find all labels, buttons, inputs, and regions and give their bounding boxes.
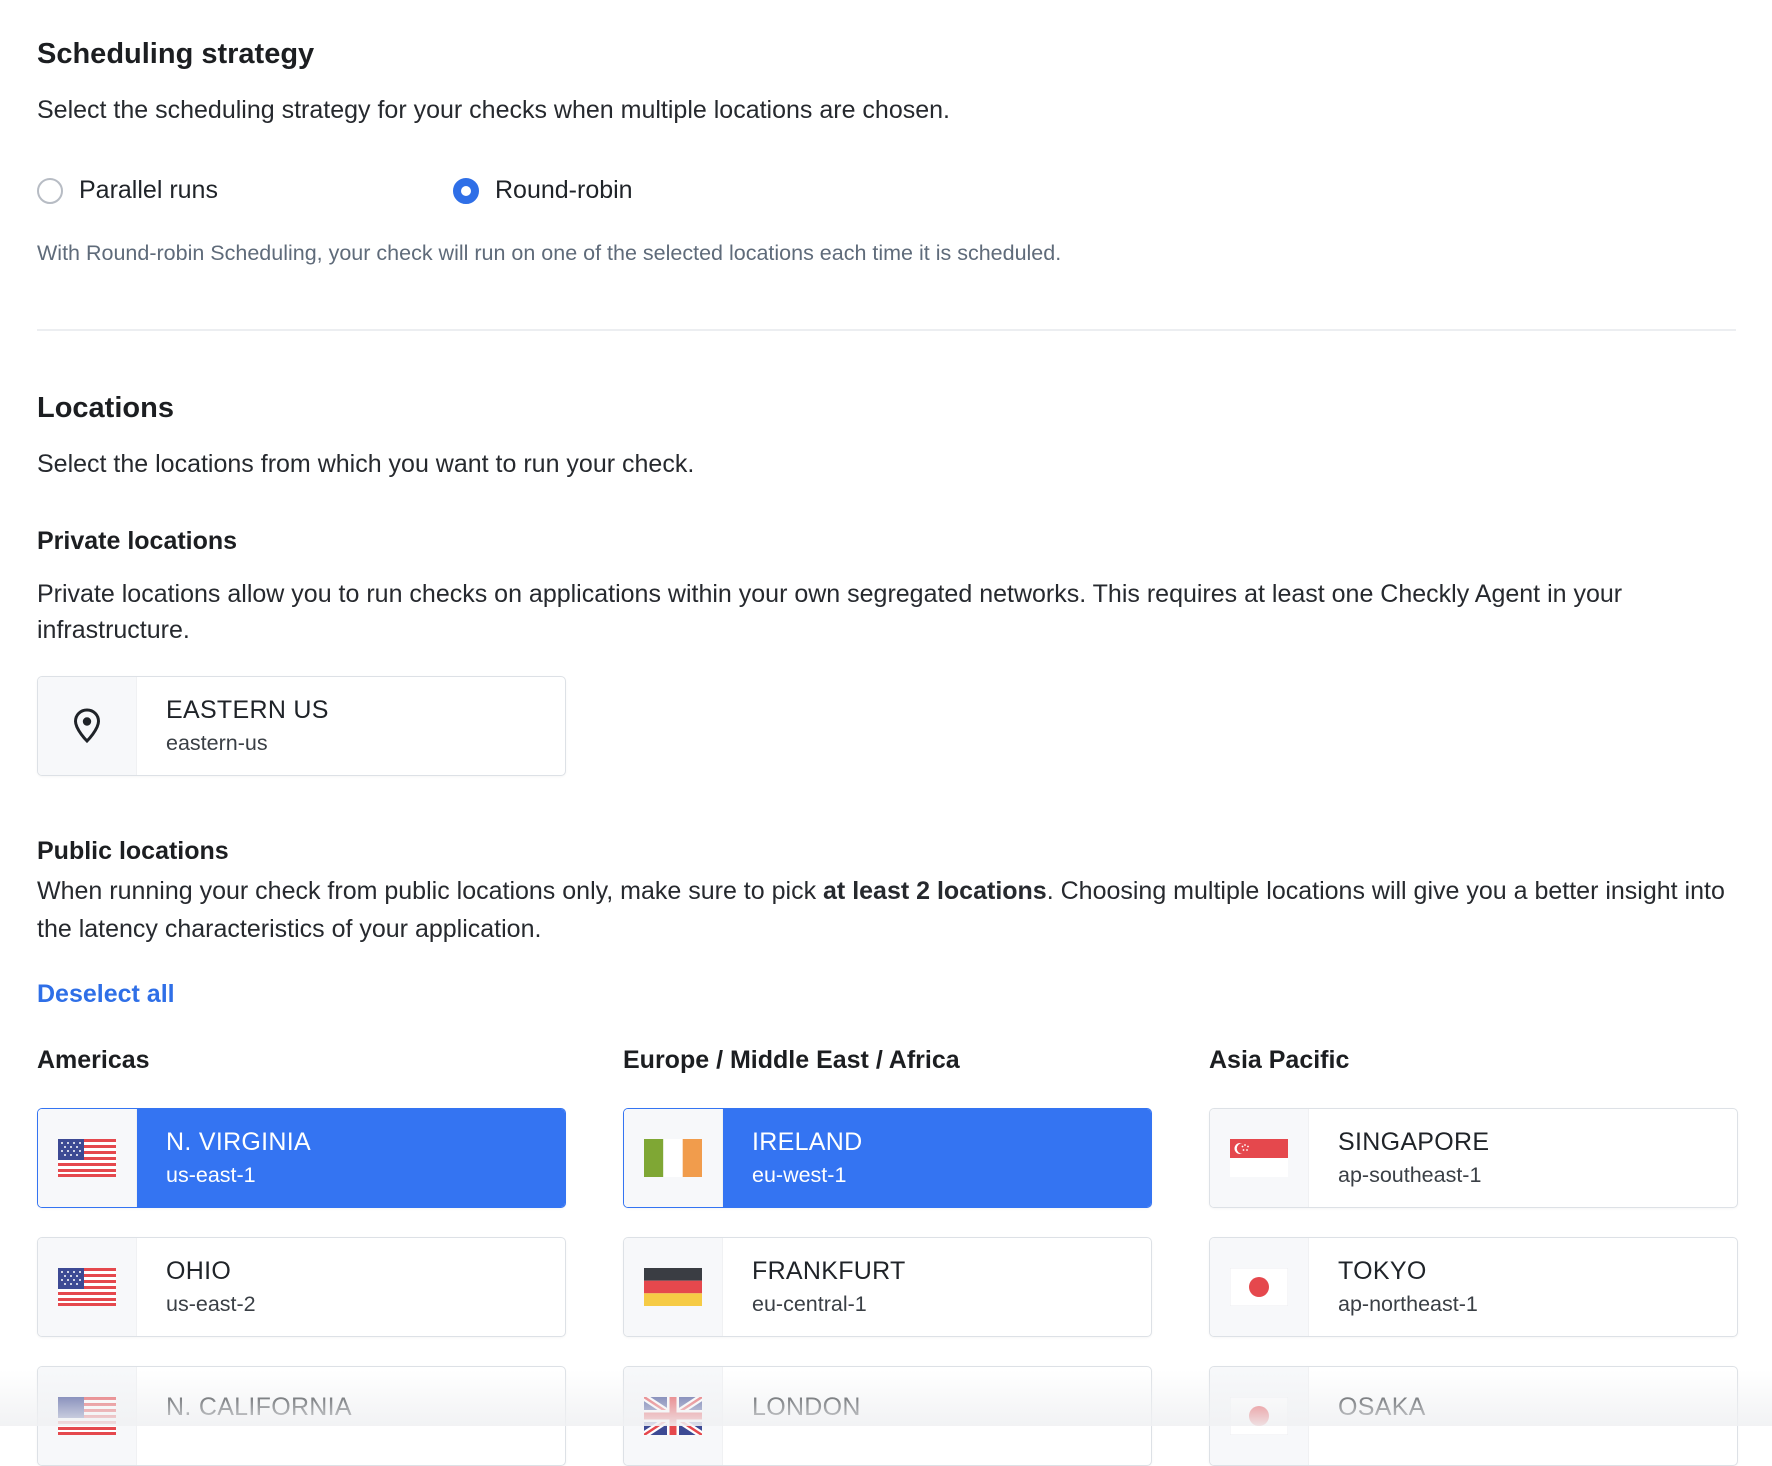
flag-cell <box>38 1109 137 1207</box>
japan-flag-icon <box>1230 1268 1288 1306</box>
location-card-frankfurt[interactable]: FRANKFURT eu-central-1 <box>623 1237 1152 1337</box>
location-icon-cell <box>38 677 137 775</box>
flag-cell <box>1210 1367 1309 1465</box>
flag-cell <box>624 1109 723 1207</box>
location-name: SINGAPORE <box>1338 1128 1490 1156</box>
radio-round-robin[interactable]: Round-robin <box>453 176 633 205</box>
location-info: OHIO us-east-2 <box>137 1238 565 1336</box>
us-flag-icon <box>58 1397 116 1435</box>
flag-cell <box>624 1367 723 1465</box>
location-info: TOKYO ap-northeast-1 <box>1309 1238 1737 1336</box>
public-desc-part1: When running your check from public loca… <box>37 877 824 905</box>
flag-cell <box>1210 1238 1309 1336</box>
ireland-flag-icon <box>644 1139 702 1177</box>
location-name: TOKYO <box>1338 1257 1427 1285</box>
location-code: ap-southeast-1 <box>1338 1163 1482 1187</box>
deselect-all-link[interactable]: Deselect all <box>37 980 175 1009</box>
location-info: LONDON <box>723 1367 1151 1465</box>
radio-parallel-runs[interactable]: Parallel runs <box>37 176 218 205</box>
location-card-singapore[interactable]: SINGAPORE ap-southeast-1 <box>1209 1108 1738 1208</box>
location-name: N. CALIFORNIA <box>166 1393 352 1421</box>
radio-round-robin-input[interactable] <box>453 177 479 204</box>
flag-cell <box>38 1238 137 1336</box>
locations-title: Locations <box>37 392 174 424</box>
location-info: SINGAPORE ap-southeast-1 <box>1309 1109 1737 1207</box>
scheduling-description: Select the scheduling strategy for your … <box>37 96 950 124</box>
radio-parallel-runs-label[interactable]: Parallel runs <box>79 176 218 205</box>
location-card-n-california[interactable]: N. CALIFORNIA <box>37 1366 566 1466</box>
singapore-flag-icon <box>1230 1139 1288 1177</box>
location-info: N. CALIFORNIA <box>137 1367 565 1465</box>
location-name: FRANKFURT <box>752 1257 906 1285</box>
location-card-ireland[interactable]: IRELAND eu-west-1 <box>623 1108 1152 1208</box>
location-card-n-virginia[interactable]: N. VIRGINIA us-east-1 <box>37 1108 566 1208</box>
scheduling-hint: With Round-robin Scheduling, your check … <box>37 241 1062 265</box>
location-name: EASTERN US <box>166 696 329 724</box>
location-code: eu-west-1 <box>752 1163 847 1187</box>
uk-flag-icon <box>644 1397 702 1435</box>
section-divider <box>37 329 1736 331</box>
location-info: EASTERN US eastern-us <box>137 677 565 775</box>
location-card-tokyo[interactable]: TOKYO ap-northeast-1 <box>1209 1237 1738 1337</box>
location-card-osaka[interactable]: OSAKA <box>1209 1366 1738 1466</box>
location-name: LONDON <box>752 1393 861 1421</box>
germany-flag-icon <box>644 1268 702 1306</box>
location-name: IRELAND <box>752 1128 863 1156</box>
map-pin-icon <box>73 708 101 744</box>
location-info: FRANKFURT eu-central-1 <box>723 1238 1151 1336</box>
location-name: OHIO <box>166 1257 232 1285</box>
flag-cell <box>1210 1109 1309 1207</box>
locations-description: Select the locations from which you want… <box>37 450 695 478</box>
private-locations-description: Private locations allow you to run check… <box>37 580 1623 644</box>
location-code: us-east-1 <box>166 1163 256 1187</box>
us-flag-icon <box>58 1139 116 1177</box>
location-code: eastern-us <box>166 731 268 755</box>
location-code: eu-central-1 <box>752 1292 867 1316</box>
region-title-emea: Europe / Middle East / Africa <box>623 1046 960 1074</box>
flag-cell <box>624 1238 723 1336</box>
location-card-ohio[interactable]: OHIO us-east-2 <box>37 1237 566 1337</box>
location-name: OSAKA <box>1338 1393 1426 1421</box>
private-locations-title: Private locations <box>37 527 238 555</box>
location-info: OSAKA <box>1309 1367 1737 1465</box>
japan-flag-icon <box>1230 1397 1288 1435</box>
public-locations-description: When running your check from public loca… <box>37 872 1747 948</box>
public-desc-bold: at least 2 locations <box>823 877 1047 905</box>
region-title-americas: Americas <box>37 1046 150 1074</box>
location-info: N. VIRGINIA us-east-1 <box>137 1109 565 1207</box>
flag-cell <box>38 1367 137 1465</box>
public-locations-title: Public locations <box>37 837 229 865</box>
location-code: us-east-2 <box>166 1292 256 1316</box>
radio-round-robin-label[interactable]: Round-robin <box>495 176 633 205</box>
us-flag-icon <box>58 1268 116 1306</box>
location-code: ap-northeast-1 <box>1338 1292 1478 1316</box>
radio-parallel-runs-input[interactable] <box>37 177 63 204</box>
region-title-apac: Asia Pacific <box>1209 1046 1350 1074</box>
scheduling-title: Scheduling strategy <box>37 38 315 70</box>
location-card-eastern-us[interactable]: EASTERN US eastern-us <box>37 676 566 776</box>
location-info: IRELAND eu-west-1 <box>723 1109 1151 1207</box>
location-card-london[interactable]: LONDON <box>623 1366 1152 1466</box>
location-name: N. VIRGINIA <box>166 1128 311 1156</box>
